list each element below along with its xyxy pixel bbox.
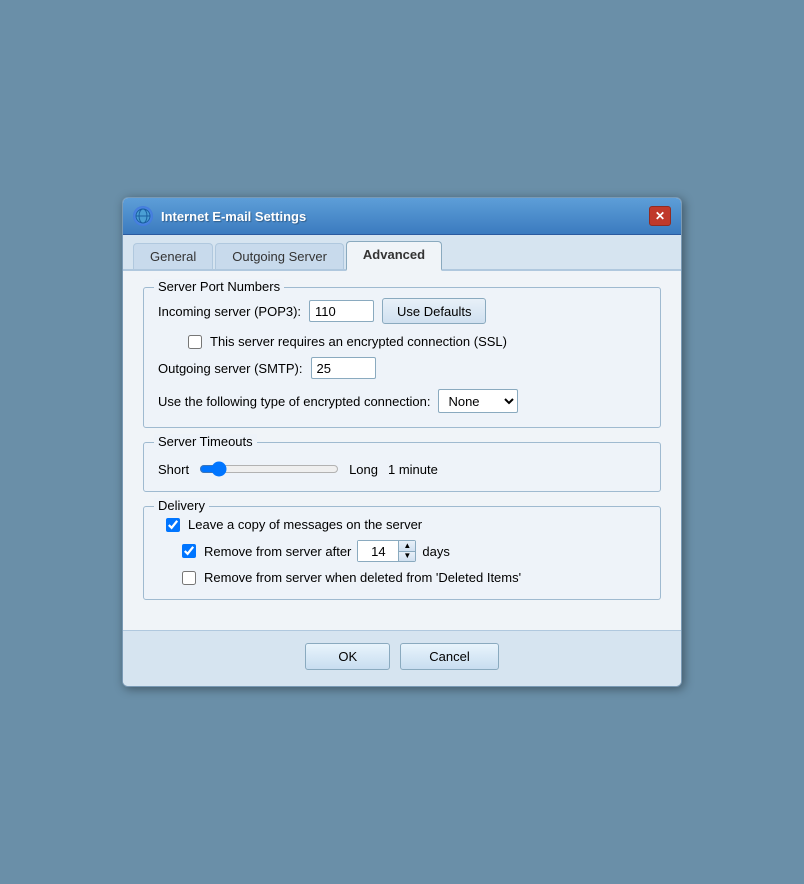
remove-deleted-checkbox[interactable] [182, 571, 196, 585]
delivery-section: Delivery Leave a copy of messages on the… [143, 506, 661, 600]
spinbox-down-button[interactable]: ▼ [399, 552, 415, 562]
incoming-server-label: Incoming server (POP3): [158, 304, 301, 319]
ssl-checkbox-row: This server requires an encrypted connec… [188, 334, 646, 349]
days-input[interactable] [358, 541, 398, 561]
ok-button[interactable]: OK [305, 643, 390, 670]
close-button[interactable]: ✕ [649, 206, 671, 226]
remove-deleted-row: Remove from server when deleted from 'De… [182, 570, 646, 585]
incoming-server-row: Incoming server (POP3): Use Defaults [158, 298, 646, 324]
bottom-bar: OK Cancel [123, 630, 681, 686]
cancel-button[interactable]: Cancel [400, 643, 498, 670]
long-label: Long [349, 462, 378, 477]
leave-copy-row: Leave a copy of messages on the server [166, 517, 646, 532]
dialog-window: Internet E-mail Settings ✕ General Outgo… [122, 197, 682, 687]
remove-after-label: Remove from server after [204, 544, 351, 559]
encryption-select[interactable]: None SSL TLS Auto [438, 389, 518, 413]
server-port-section: Server Port Numbers Incoming server (POP… [143, 287, 661, 428]
tab-general[interactable]: General [133, 243, 213, 269]
remove-after-row: Remove from server after ▲ ▼ days [182, 540, 646, 562]
use-defaults-button[interactable]: Use Defaults [382, 298, 486, 324]
days-spinbox: ▲ ▼ [357, 540, 416, 562]
server-port-label: Server Port Numbers [154, 279, 284, 294]
spinbox-up-button[interactable]: ▲ [399, 541, 415, 552]
outgoing-server-input[interactable] [311, 357, 376, 379]
timeout-value: 1 minute [388, 462, 438, 477]
encryption-row: Use the following type of encrypted conn… [158, 389, 646, 413]
incoming-server-input[interactable] [309, 300, 374, 322]
outgoing-server-row: Outgoing server (SMTP): [158, 357, 646, 379]
content-area: Server Port Numbers Incoming server (POP… [123, 271, 681, 630]
leave-copy-checkbox[interactable] [166, 518, 180, 532]
window-title: Internet E-mail Settings [161, 209, 306, 224]
remove-after-checkbox[interactable] [182, 544, 196, 558]
spinbox-buttons: ▲ ▼ [398, 541, 415, 561]
days-label: days [422, 544, 449, 559]
short-label: Short [158, 462, 189, 477]
ssl-checkbox[interactable] [188, 335, 202, 349]
server-timeouts-label: Server Timeouts [154, 434, 257, 449]
window-icon [133, 206, 153, 226]
titlebar-left: Internet E-mail Settings [133, 206, 306, 226]
leave-copy-label: Leave a copy of messages on the server [188, 517, 422, 532]
tab-outgoing-server[interactable]: Outgoing Server [215, 243, 344, 269]
remove-deleted-label: Remove from server when deleted from 'De… [204, 570, 521, 585]
delivery-label: Delivery [154, 498, 209, 513]
server-timeouts-section: Server Timeouts Short Long 1 minute [143, 442, 661, 492]
encryption-label: Use the following type of encrypted conn… [158, 394, 430, 409]
outgoing-server-label: Outgoing server (SMTP): [158, 361, 303, 376]
titlebar: Internet E-mail Settings ✕ [123, 198, 681, 235]
timeout-slider[interactable] [199, 461, 339, 477]
tabs-bar: General Outgoing Server Advanced [123, 235, 681, 271]
ssl-checkbox-label: This server requires an encrypted connec… [210, 334, 507, 349]
tab-advanced[interactable]: Advanced [346, 241, 442, 271]
encryption-dropdown: None SSL TLS Auto [438, 389, 518, 413]
timeout-slider-row: Short Long 1 minute [158, 461, 646, 477]
